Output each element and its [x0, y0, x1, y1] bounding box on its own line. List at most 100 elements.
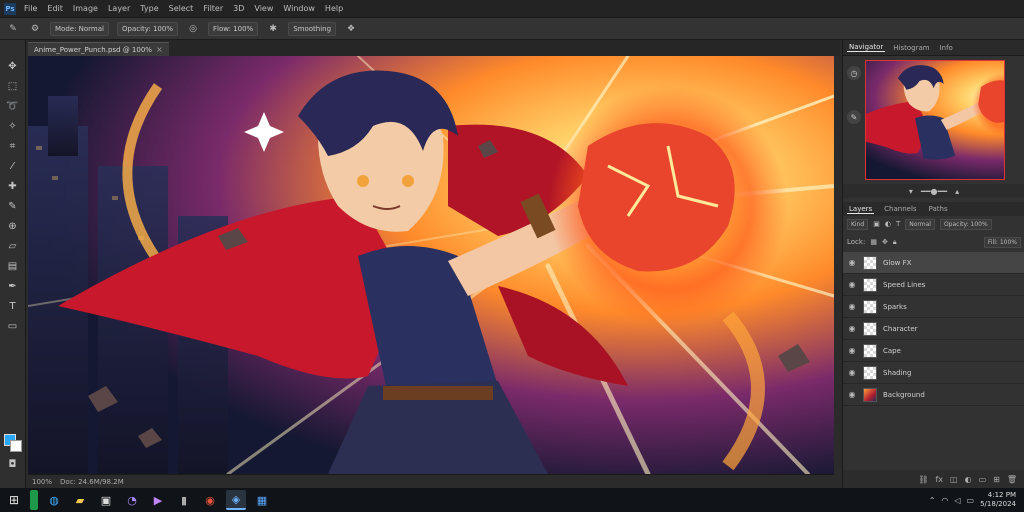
lock-position-icon[interactable]: ✥: [882, 238, 888, 246]
zoom-level[interactable]: 100%: [32, 478, 52, 486]
navigator-preview[interactable]: [865, 60, 1005, 180]
pressure-opacity-icon[interactable]: ◎: [186, 22, 200, 36]
crop-tool-icon[interactable]: ⌗: [4, 138, 22, 154]
brush-settings-icon[interactable]: ⚙: [28, 22, 42, 36]
filter-adjust-icon[interactable]: ◐: [885, 220, 891, 228]
layer-row-background[interactable]: ◉ Background: [843, 384, 1024, 406]
layer-style-icon[interactable]: fx: [935, 475, 943, 484]
tab-info[interactable]: Info: [938, 44, 955, 52]
chrome-browser-icon[interactable]: ◉: [200, 490, 220, 510]
menu-type[interactable]: Type: [138, 4, 160, 13]
tab-navigator[interactable]: Navigator: [847, 43, 886, 52]
mode-dropdown[interactable]: Mode: Normal: [50, 21, 109, 36]
tab-layers[interactable]: Layers: [847, 205, 875, 214]
zoom-slider-icon[interactable]: ━━●━━: [921, 187, 947, 196]
eyedropper-tool-icon[interactable]: ⁄: [4, 158, 22, 174]
menu-file[interactable]: File: [22, 4, 39, 13]
close-icon[interactable]: ×: [156, 45, 163, 54]
menu-filter[interactable]: Filter: [201, 4, 225, 13]
layer-kind-filter[interactable]: Kind: [847, 218, 869, 230]
brush-tool-icon[interactable]: ✎: [4, 198, 22, 214]
menu-layer[interactable]: Layer: [106, 4, 132, 13]
layer-row[interactable]: ◉ Cape: [843, 340, 1024, 362]
marquee-tool-icon[interactable]: ⬚: [4, 78, 22, 94]
dark-app-icon[interactable]: ▮: [174, 490, 194, 510]
zoom-out-icon[interactable]: ▾: [909, 187, 913, 196]
symmetry-icon[interactable]: ❖: [344, 22, 358, 36]
visibility-eye-icon[interactable]: ◉: [847, 324, 857, 333]
lock-all-icon[interactable]: 🔒︎: [893, 238, 897, 247]
menu-help[interactable]: Help: [323, 4, 345, 13]
clock[interactable]: 4:12 PM 5/18/2024: [980, 491, 1016, 509]
gradient-tool-icon[interactable]: ▤: [4, 258, 22, 274]
lock-pixels-icon[interactable]: ▦: [870, 238, 877, 246]
adjustment-layer-icon[interactable]: ◐: [965, 475, 972, 484]
menu-window[interactable]: Window: [281, 4, 317, 13]
new-group-icon[interactable]: ▭: [979, 475, 987, 484]
filter-pixel-icon[interactable]: ▣: [873, 220, 880, 228]
photoshop-taskbar-icon[interactable]: ◈: [226, 490, 246, 510]
tab-paths[interactable]: Paths: [927, 205, 950, 213]
brush-panel-icon[interactable]: ✎: [847, 110, 861, 124]
layer-opacity-field[interactable]: Opacity: 100%: [939, 218, 992, 230]
visibility-eye-icon[interactable]: ◉: [847, 258, 857, 267]
menu-view[interactable]: View: [252, 4, 275, 13]
visibility-eye-icon[interactable]: ◉: [847, 280, 857, 289]
delete-layer-icon[interactable]: 🗑︎: [1007, 475, 1017, 484]
quick-mask-icon[interactable]: ◘: [4, 456, 22, 472]
healing-tool-icon[interactable]: ✚: [4, 178, 22, 194]
layer-row[interactable]: ◉ Sparks: [843, 296, 1024, 318]
lasso-tool-icon[interactable]: ➰: [4, 98, 22, 114]
layer-row[interactable]: ◉ Speed Lines: [843, 274, 1024, 296]
move-tool-icon[interactable]: ✥: [4, 58, 22, 74]
menu-image[interactable]: Image: [71, 4, 100, 13]
canvas[interactable]: [28, 56, 834, 474]
link-layers-icon[interactable]: ⛓: [918, 475, 928, 484]
type-tool-icon[interactable]: T: [4, 298, 22, 314]
flow-field[interactable]: Flow: 100%: [208, 21, 259, 36]
visibility-eye-icon[interactable]: ◉: [847, 302, 857, 311]
smoothing-field[interactable]: Smoothing: [288, 21, 337, 36]
menu-select[interactable]: Select: [167, 4, 196, 13]
visibility-eye-icon[interactable]: ◉: [847, 368, 857, 377]
pen-tool-icon[interactable]: ✒: [4, 278, 22, 294]
terminal-app-icon[interactable]: [30, 490, 38, 510]
document-tab[interactable]: Anime_Power_Punch.psd @ 100% ×: [28, 42, 169, 56]
layer-row[interactable]: ◉ Character: [843, 318, 1024, 340]
calculator-app-icon[interactable]: ▦: [252, 490, 272, 510]
tab-histogram[interactable]: Histogram: [891, 44, 931, 52]
tab-channels[interactable]: Channels: [882, 205, 918, 213]
layer-row[interactable]: ◉ Shading: [843, 362, 1024, 384]
zoom-in-icon[interactable]: ▴: [955, 187, 959, 196]
fill-field[interactable]: Fill: 100%: [983, 236, 1021, 248]
battery-icon[interactable]: ▭: [967, 496, 975, 505]
visibility-eye-icon[interactable]: ◉: [847, 390, 857, 399]
filter-type-icon[interactable]: T: [896, 220, 900, 228]
opacity-field[interactable]: Opacity: 100%: [116, 21, 178, 36]
eraser-tool-icon[interactable]: ▱: [4, 238, 22, 254]
airbrush-icon[interactable]: ✱: [266, 22, 280, 36]
windows-start-icon[interactable]: ⊞: [4, 490, 24, 510]
layer-row-selected[interactable]: ◉ Glow FX: [843, 252, 1024, 274]
background-color-swatch[interactable]: [9, 440, 22, 452]
blend-mode-dropdown[interactable]: Normal: [905, 218, 935, 230]
media-app-icon[interactable]: ▶: [148, 490, 168, 510]
chevron-up-icon[interactable]: ⌃: [929, 496, 936, 505]
new-layer-icon[interactable]: ⊞: [993, 475, 1000, 484]
volume-icon[interactable]: ◁: [954, 496, 960, 505]
quick-select-tool-icon[interactable]: ✧: [4, 118, 22, 134]
visibility-eye-icon[interactable]: ◉: [847, 346, 857, 355]
brush-preset-icon[interactable]: ✎: [6, 22, 20, 36]
history-icon[interactable]: ◷: [847, 66, 861, 80]
shape-tool-icon[interactable]: ▭: [4, 318, 22, 334]
menu-edit[interactable]: Edit: [45, 4, 65, 13]
add-mask-icon[interactable]: ◫: [950, 475, 958, 484]
clone-stamp-tool-icon[interactable]: ⊕: [4, 218, 22, 234]
menu-3d[interactable]: 3D: [231, 4, 246, 13]
file-explorer-icon[interactable]: ▰: [70, 490, 90, 510]
store-app-icon[interactable]: ▣: [96, 490, 116, 510]
network-icon[interactable]: ◠: [941, 496, 948, 505]
purple-app-icon[interactable]: ◔: [122, 490, 142, 510]
edge-browser-icon[interactable]: ◍: [44, 490, 64, 510]
color-swatches[interactable]: [3, 434, 22, 452]
